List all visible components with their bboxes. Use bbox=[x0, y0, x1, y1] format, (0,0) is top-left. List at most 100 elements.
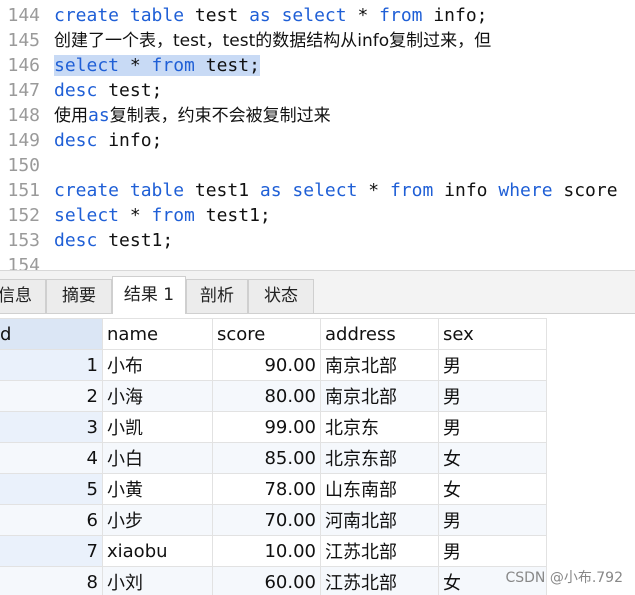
cell-score[interactable]: 90.00 bbox=[212, 349, 321, 381]
sql-keyword: desc bbox=[54, 230, 98, 251]
cell-address[interactable]: 江苏北部 bbox=[320, 566, 439, 595]
cell-id[interactable]: 2 bbox=[0, 380, 103, 412]
code-line[interactable]: 150 bbox=[0, 153, 635, 178]
tab-1[interactable]: 摘要 bbox=[46, 279, 112, 313]
column-header-id[interactable]: id bbox=[0, 318, 103, 350]
line-number: 149 bbox=[7, 130, 40, 151]
cell-sex[interactable]: 男 bbox=[438, 349, 547, 381]
selection-highlight: select * from test; bbox=[54, 55, 260, 76]
code-line[interactable]: 147 desc test; bbox=[0, 78, 635, 103]
tab-3[interactable]: 剖析 bbox=[186, 279, 248, 313]
table-row[interactable]: 5 小黄 78.00 山东南部女 bbox=[0, 473, 547, 505]
cell-address[interactable]: 南京北部 bbox=[320, 380, 439, 412]
sql-keyword: desc bbox=[54, 80, 98, 101]
sql-keyword: where bbox=[498, 180, 553, 201]
cell-score[interactable]: 85.00 bbox=[212, 442, 321, 474]
code-token: * bbox=[357, 180, 390, 201]
cell-sex[interactable]: 男 bbox=[438, 411, 547, 443]
cell-name[interactable]: 小刘 bbox=[102, 566, 213, 595]
cell-name[interactable]: 小步 bbox=[102, 504, 213, 536]
table-header-row: idnamescoreaddresssex bbox=[0, 318, 547, 350]
column-header-score[interactable]: score bbox=[212, 318, 321, 350]
cell-name[interactable]: 小海 bbox=[102, 380, 213, 412]
table-row[interactable]: 8 小刘 60.00 江苏北部女 bbox=[0, 566, 547, 595]
code-line[interactable]: 153 desc test1; bbox=[0, 228, 635, 253]
tab-2[interactable]: 结果 1 bbox=[112, 276, 186, 314]
cell-id[interactable]: 3 bbox=[0, 411, 103, 443]
cell-score[interactable]: 10.00 bbox=[212, 535, 321, 567]
table-row[interactable]: 7 xiaobu 10.00 江苏北部男 bbox=[0, 535, 547, 567]
cell-address[interactable]: 江苏北部 bbox=[320, 535, 439, 567]
cell-sex[interactable]: 男 bbox=[438, 504, 547, 536]
code-text: select * from test; bbox=[54, 53, 260, 78]
cell-address[interactable]: 南京北部 bbox=[320, 349, 439, 381]
code-line[interactable]: 148 使用as复制表，约束不会被复制过来 bbox=[0, 103, 635, 128]
sql-editor[interactable]: 144 create table test as select * from in… bbox=[0, 0, 635, 270]
column-header-sex[interactable]: sex bbox=[438, 318, 547, 350]
code-line[interactable]: 154 bbox=[0, 253, 635, 270]
column-header-address[interactable]: address bbox=[320, 318, 439, 350]
cell-score[interactable]: 60.00 bbox=[212, 566, 321, 595]
sql-keyword: create table bbox=[54, 5, 185, 26]
code-text: create table test as select * from info; bbox=[54, 3, 488, 28]
code-text: create table test1 as select * from info… bbox=[54, 178, 618, 203]
code-token: 复制表，约束不会被复制过来 bbox=[109, 106, 331, 126]
tab-0[interactable]: 信息 bbox=[0, 279, 46, 313]
cell-score[interactable]: 80.00 bbox=[212, 380, 321, 412]
cell-id[interactable]: 5 bbox=[0, 473, 103, 505]
code-line[interactable]: 146 select * from test; bbox=[0, 53, 635, 78]
cell-score[interactable]: 70.00 bbox=[212, 504, 321, 536]
sql-keyword: from bbox=[151, 55, 195, 76]
cell-id[interactable]: 1 bbox=[0, 349, 103, 381]
code-token: test; bbox=[97, 80, 163, 101]
line-number: 145 bbox=[7, 30, 40, 51]
line-number: 154 bbox=[7, 255, 40, 270]
column-header-name[interactable]: name bbox=[102, 318, 213, 350]
code-line[interactable]: 149 desc info; bbox=[0, 128, 635, 153]
cell-name[interactable]: 小白 bbox=[102, 442, 213, 474]
code-line[interactable]: 145 创建了一个表，test，test的数据结构从info复制过来，但 bbox=[0, 28, 635, 53]
code-token: 使用 bbox=[54, 106, 88, 126]
line-number: 153 bbox=[7, 230, 40, 251]
code-line[interactable]: 152 select * from test1; bbox=[0, 203, 635, 228]
code-token: * bbox=[119, 205, 152, 226]
cell-address[interactable]: 北京东 bbox=[320, 411, 439, 443]
cell-address[interactable]: 山东南部 bbox=[320, 473, 439, 505]
cell-score[interactable]: 78.00 bbox=[212, 473, 321, 505]
code-token: info; bbox=[422, 5, 488, 26]
code-token: score bbox=[552, 180, 618, 201]
code-line[interactable]: 144 create table test as select * from in… bbox=[0, 3, 635, 28]
cell-name[interactable]: 小布 bbox=[102, 349, 213, 381]
cell-id[interactable]: 8 bbox=[0, 566, 103, 595]
tab-4[interactable]: 状态 bbox=[248, 279, 314, 313]
cell-sex[interactable]: 女 bbox=[438, 473, 547, 505]
sql-keyword: from bbox=[389, 180, 434, 201]
cell-sex[interactable]: 女 bbox=[438, 442, 547, 474]
code-token: test1; bbox=[194, 205, 271, 226]
sql-keyword: from bbox=[151, 205, 195, 226]
code-line[interactable]: 151 create table test1 as select * from i… bbox=[0, 178, 635, 203]
code-token: info bbox=[433, 180, 499, 201]
table-row[interactable]: 6 小步 70.00 河南北部男 bbox=[0, 504, 547, 536]
cell-sex[interactable]: 男 bbox=[438, 380, 547, 412]
cell-id[interactable]: 6 bbox=[0, 504, 103, 536]
code-text: desc info; bbox=[54, 128, 162, 153]
cell-address[interactable]: 北京东部 bbox=[320, 442, 439, 474]
code-token: info; bbox=[97, 130, 163, 151]
cell-id[interactable]: 7 bbox=[0, 535, 103, 567]
table-row[interactable]: 1 小布 90.00 南京北部男 bbox=[0, 349, 547, 381]
cell-score[interactable]: 99.00 bbox=[212, 411, 321, 443]
cell-address[interactable]: 河南北部 bbox=[320, 504, 439, 536]
line-number: 147 bbox=[7, 80, 40, 101]
cell-id[interactable]: 4 bbox=[0, 442, 103, 474]
cell-sex[interactable]: 男 bbox=[438, 535, 547, 567]
table-row[interactable]: 4 小白 85.00 北京东部女 bbox=[0, 442, 547, 474]
line-number: 144 bbox=[7, 5, 40, 26]
cell-name[interactable]: 小黄 bbox=[102, 473, 213, 505]
cell-name[interactable]: 小凯 bbox=[102, 411, 213, 443]
table-row[interactable]: 3 小凯 99.00 北京东男 bbox=[0, 411, 547, 443]
table-row[interactable]: 2 小海 80.00 南京北部男 bbox=[0, 380, 547, 412]
cell-name[interactable]: xiaobu bbox=[102, 535, 213, 567]
sql-keyword: select bbox=[54, 205, 120, 226]
code-token: test bbox=[184, 5, 250, 26]
